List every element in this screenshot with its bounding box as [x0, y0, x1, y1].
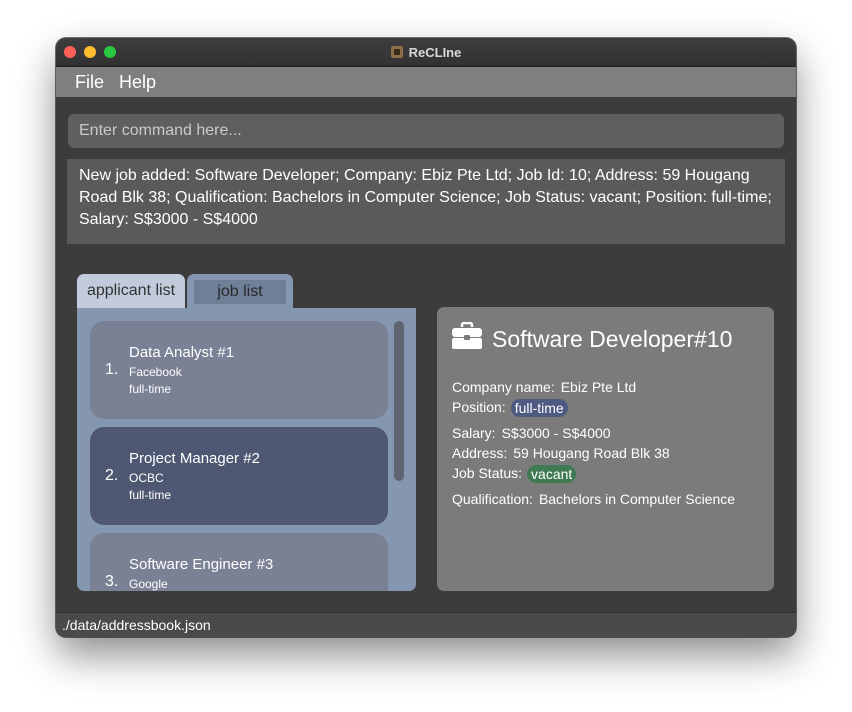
- tab-job-list-label: job list: [194, 280, 286, 304]
- card-title: Data Analyst #1: [129, 344, 235, 361]
- address-row: Address: 59 Hougang Road Blk 38: [452, 445, 670, 461]
- status-row: Job Status: vacant: [452, 465, 577, 484]
- card-title: Software Engineer #3: [129, 556, 274, 573]
- status-badge: vacant: [527, 465, 577, 484]
- tab-job-list[interactable]: job list: [187, 274, 293, 308]
- menu-help[interactable]: Help: [119, 72, 156, 93]
- company-value: Ebiz Pte Ltd: [560, 379, 637, 395]
- status-bar: ./data/addressbook.json: [56, 612, 796, 637]
- applicant-card[interactable]: 1. Data Analyst #1 Facebook full-time: [90, 321, 388, 419]
- tab-applicant-list-label: applicant list: [86, 282, 176, 299]
- command-input[interactable]: [68, 114, 784, 148]
- menu-file[interactable]: File: [75, 72, 104, 93]
- card-index: 1.: [105, 361, 119, 378]
- company-label: Company name:: [452, 379, 555, 395]
- company-row: Company name: Ebiz Pte Ltd: [452, 379, 636, 395]
- app-icon: [390, 46, 403, 58]
- applicant-card[interactable]: 2. Project Manager #2 OCBC full-time: [90, 427, 388, 525]
- job-title: Software Developer#10: [492, 326, 733, 352]
- qualification-row: Qualification: Bachelors in Computer Scie…: [452, 491, 735, 507]
- card-company: OCBC: [129, 471, 164, 485]
- card-company: Facebook: [129, 365, 182, 379]
- card-index: 3.: [105, 573, 119, 590]
- qualification-label: Qualification:: [452, 491, 533, 507]
- card-company: Google: [129, 577, 168, 591]
- window-title-wrap: ReCLIne: [56, 38, 796, 66]
- salary-row: Salary: S$3000 - S$4000: [452, 425, 611, 441]
- window-title: ReCLIne: [408, 44, 462, 60]
- salary-value: S$3000 - S$4000: [501, 425, 611, 441]
- position-row: Position: full-time: [452, 399, 568, 418]
- tab-applicant-list[interactable]: applicant list: [77, 274, 185, 308]
- briefcase-icon: [452, 322, 482, 349]
- salary-label: Salary:: [452, 425, 496, 441]
- menu-bar: File Help: [56, 67, 796, 97]
- app-window: ReCLIne File Help New job added: Softwar…: [56, 38, 796, 637]
- position-label: Position:: [452, 399, 506, 415]
- list-scrollbar[interactable]: [394, 321, 404, 481]
- card-type: full-time: [129, 382, 172, 396]
- card-title: Project Manager #2: [129, 450, 260, 467]
- card-type: full-time: [129, 488, 172, 502]
- card-index: 2.: [105, 467, 119, 484]
- qualification-value: Bachelors in Computer Science: [538, 491, 736, 507]
- address-label: Address:: [452, 445, 508, 461]
- applicant-list-panel: 1. Data Analyst #1 Facebook full-time 2.…: [77, 308, 416, 591]
- position-badge: full-time: [510, 399, 568, 418]
- title-bar: ReCLIne: [56, 38, 796, 67]
- address-value: 59 Hougang Road Blk 38: [513, 445, 670, 461]
- status-label: Job Status:: [452, 465, 523, 481]
- job-detail-panel: Software Developer#10 Company name: Ebiz …: [437, 307, 774, 591]
- result-display: New job added: Software Developer; Compa…: [67, 159, 785, 244]
- applicant-card[interactable]: 3. Software Engineer #3 Google: [90, 533, 388, 591]
- data-file-path: ./data/addressbook.json: [62, 617, 211, 633]
